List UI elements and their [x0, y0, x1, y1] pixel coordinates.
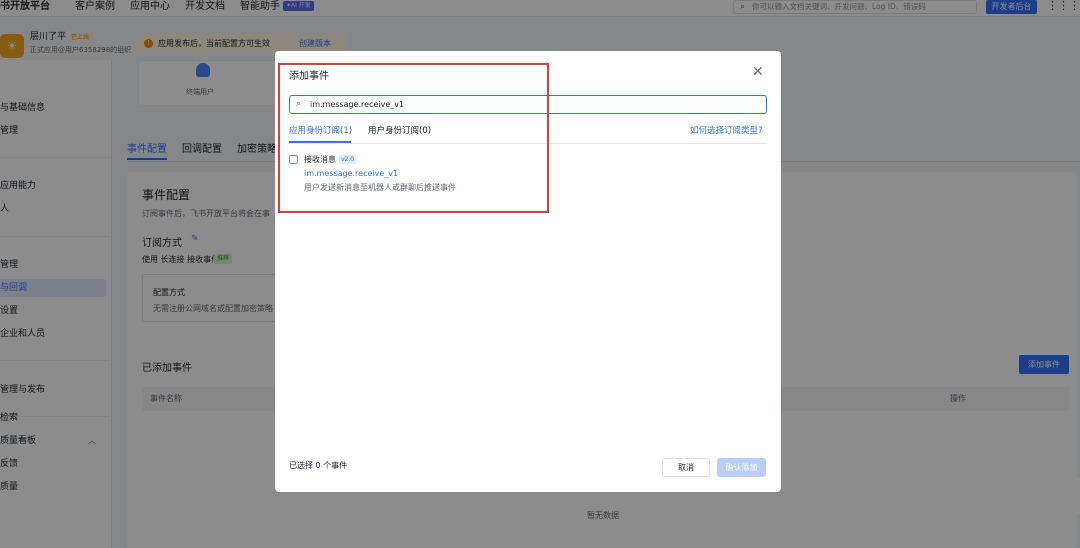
- event-description: 用户发送新消息至机器人或群聊后推送事件: [304, 183, 456, 192]
- event-version-badge: v2.0: [339, 155, 357, 164]
- event-checkbox[interactable]: [289, 155, 298, 164]
- event-search-box: ⌕: [289, 95, 767, 114]
- confirm-add-button[interactable]: 确认添加: [717, 458, 766, 477]
- close-icon[interactable]: ✕: [752, 64, 764, 80]
- add-event-modal: 添加事件 ✕ ⌕ 应用身份订阅(1) 用户身份订阅(0) 如何选择订阅类型? 接…: [275, 51, 781, 492]
- event-name: 接收消息: [304, 155, 336, 164]
- modal-title: 添加事件: [289, 71, 329, 82]
- event-search-input[interactable]: [310, 96, 760, 113]
- selected-count: 已选择 0 个事件: [289, 461, 348, 470]
- search-icon: ⌕: [296, 99, 302, 109]
- tab-app-identity[interactable]: 应用身份订阅(1): [289, 124, 352, 138]
- tab-user-identity[interactable]: 用户身份订阅(0): [368, 124, 431, 138]
- tabs-divider: [289, 143, 767, 144]
- cancel-button[interactable]: 取消: [662, 458, 710, 477]
- event-key: im.message.receive_v1: [304, 169, 399, 178]
- subscription-type-help-link[interactable]: 如何选择订阅类型?: [690, 124, 763, 138]
